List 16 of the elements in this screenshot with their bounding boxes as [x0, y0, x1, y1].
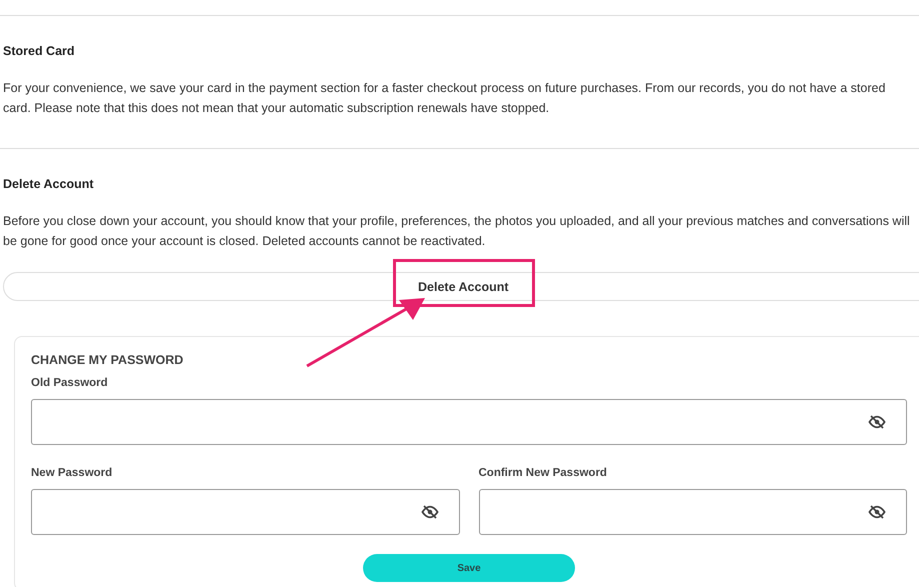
field-label: Old Password	[31, 377, 109, 389]
section-heading: Delete Account	[3, 177, 95, 191]
field-label: New Password	[31, 467, 114, 479]
section-heading: Stored Card	[3, 44, 76, 58]
password-field[interactable]	[31, 399, 907, 445]
save-button[interactable]: Save	[363, 554, 575, 582]
eye-off-icon[interactable]	[420, 505, 438, 519]
password-field[interactable]	[478, 489, 907, 535]
card-title: CHANGE MY PASSWORD	[31, 353, 184, 367]
delete-account-button[interactable]: Delete Account	[3, 272, 919, 301]
field-label: Confirm New Password	[478, 467, 608, 479]
password-field[interactable]	[31, 489, 460, 535]
eye-off-icon[interactable]	[868, 415, 886, 429]
eye-off-icon[interactable]	[868, 505, 886, 519]
section-description: Before you close down your account, you should know that your profile, preferences, the photos you uploaded, and all your previous matches and conversations will be gone for good once your account is closed. Deleted accounts cannot be reactivated.	[3, 213, 911, 250]
section-description: For your convenience, we save your card in the payment section for a faster checkout process on future purchases. From our records, you do not have a stored card. Please note that this does not mean that your automatic subscription renewals have stopped.	[3, 80, 886, 117]
